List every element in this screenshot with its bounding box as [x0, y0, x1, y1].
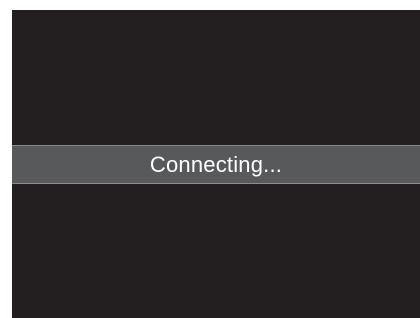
connecting-message: Connecting...	[149, 151, 283, 177]
connection-status-bar: Connecting...	[12, 145, 420, 184]
camera-screen: Connecting...	[12, 10, 420, 318]
